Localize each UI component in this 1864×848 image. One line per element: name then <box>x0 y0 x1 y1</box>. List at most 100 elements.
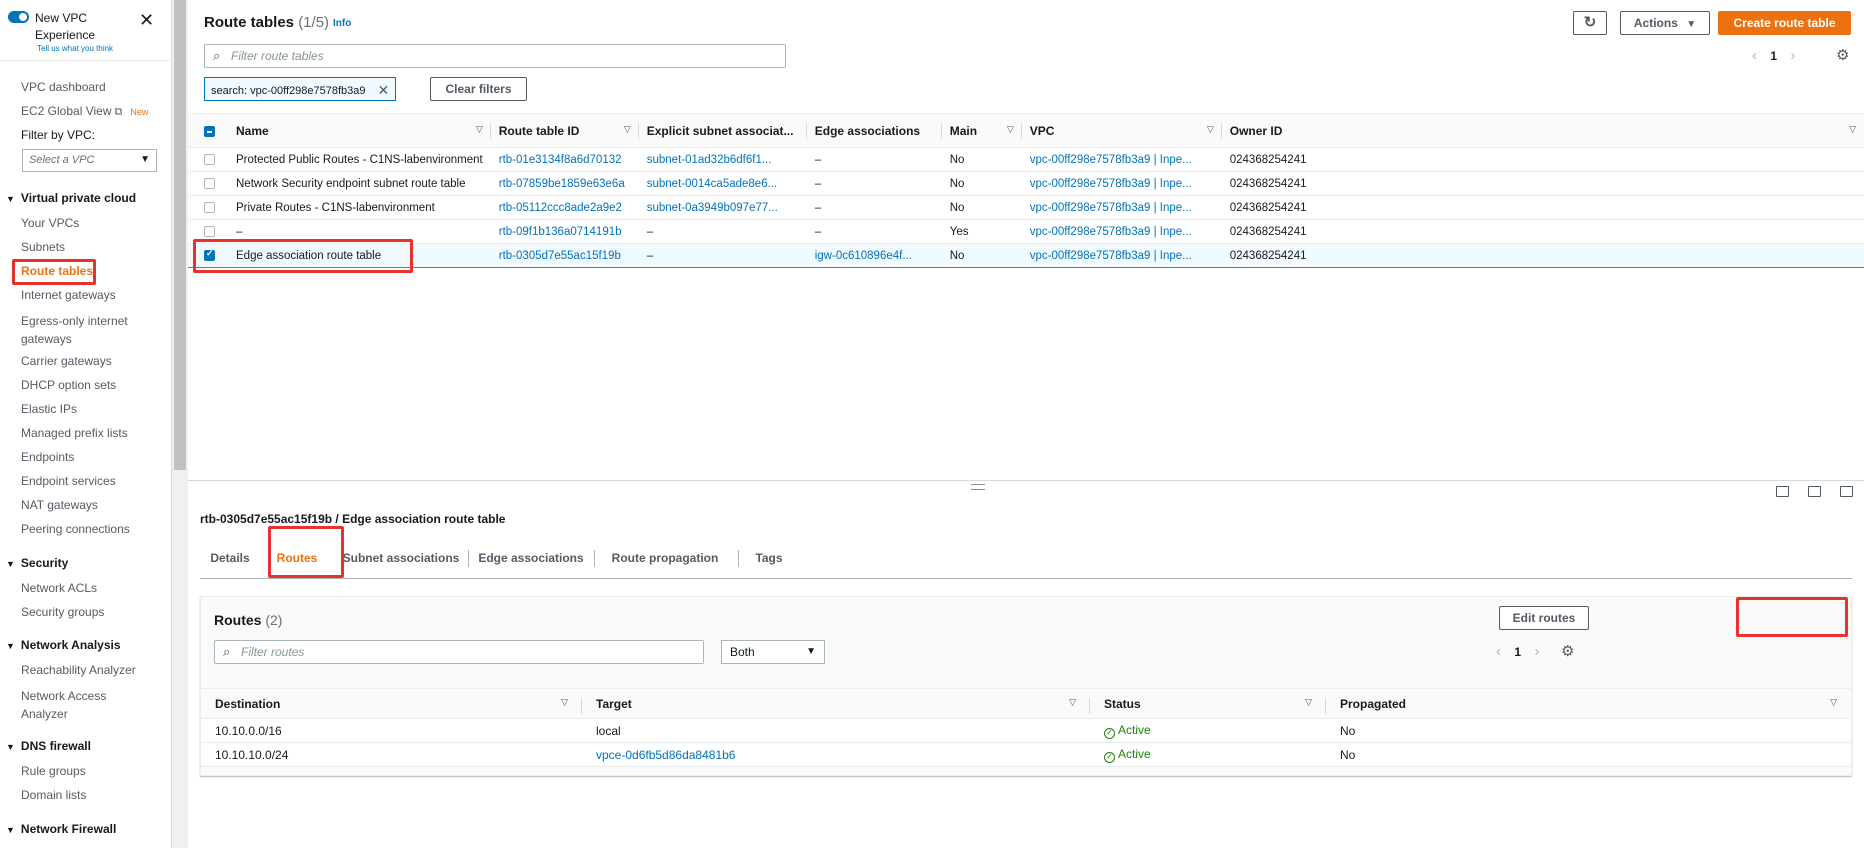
nav-peering-connections[interactable]: Peering connections <box>21 522 130 537</box>
column-header-owner-id[interactable]: Owner ID ▽ <box>1221 113 1864 148</box>
sort-icon[interactable]: ▽ <box>1849 124 1856 135</box>
sort-icon[interactable]: ▽ <box>1007 124 1014 135</box>
cell-route-table-id[interactable]: rtb-01e3134f8a6d70132 <box>490 147 639 172</box>
cell-target[interactable]: vpce-0d6fb5d86da8481b6 <box>582 742 1090 767</box>
chevron-right-icon[interactable]: › <box>1534 643 1539 660</box>
nav-security-groups[interactable]: Security groups <box>21 605 104 620</box>
nav-rule-groups[interactable]: Rule groups <box>21 764 86 779</box>
column-header-propagated[interactable]: Propagated ▽ <box>1326 688 1851 719</box>
page-number[interactable]: 1 <box>1514 645 1521 659</box>
table-row[interactable]: Protected Public Routes - C1NS-labenviro… <box>188 147 1864 172</box>
table-row[interactable]: – rtb-09f1b136a0714191b – – Yes vpc-00ff… <box>188 219 1864 244</box>
page-number[interactable]: 1 <box>1770 49 1777 63</box>
panel-side-icon[interactable] <box>1808 486 1821 497</box>
gear-icon[interactable]: ⚙ <box>1836 46 1849 64</box>
cell-route-table-id[interactable]: rtb-05112ccc8ade2a9e2 <box>490 195 639 220</box>
cell-subnet[interactable]: subnet-0014ca5ade8e6... <box>638 171 807 196</box>
section-security[interactable]: ▼ Security <box>6 556 68 570</box>
section-dns-firewall[interactable]: ▼ DNS firewall <box>6 739 91 753</box>
tab-edge-associations[interactable]: Edge associations <box>474 538 588 578</box>
cell-edge[interactable]: igw-0c610896e4f... <box>806 243 942 268</box>
column-header-route-table-id[interactable]: Route table ID ▽ <box>490 113 639 148</box>
refresh-button[interactable]: ↻ <box>1573 11 1607 35</box>
nav-internet-gateways[interactable]: Internet gateways <box>21 288 116 303</box>
row-checkbox[interactable] <box>204 177 215 189</box>
nav-your-vpcs[interactable]: Your VPCs <box>21 216 79 231</box>
table-row[interactable]: Network Security endpoint subnet route t… <box>188 171 1864 196</box>
nav-subnets[interactable]: Subnets <box>21 240 65 255</box>
column-header-vpc[interactable]: VPC ▽ <box>1021 113 1222 148</box>
nav-reachability-analyzer[interactable]: Reachability Analyzer <box>21 663 136 678</box>
nav-endpoints[interactable]: Endpoints <box>21 450 74 465</box>
sort-icon[interactable]: ▽ <box>1207 124 1214 135</box>
nav-managed-prefix-lists[interactable]: Managed prefix lists <box>21 426 128 441</box>
row-checkbox[interactable] <box>204 225 215 237</box>
create-route-table-button[interactable]: Create route table <box>1718 11 1851 35</box>
panel-bottom-icon[interactable] <box>1776 486 1789 497</box>
gear-icon[interactable]: ⚙ <box>1561 642 1574 660</box>
sort-icon[interactable]: ▽ <box>1305 697 1312 708</box>
sort-icon[interactable]: ▽ <box>1069 697 1076 708</box>
chevron-right-icon[interactable]: › <box>1790 47 1795 64</box>
info-link[interactable]: Info <box>333 18 351 29</box>
close-icon[interactable]: ✕ <box>139 11 154 29</box>
sort-icon[interactable]: ▽ <box>561 697 568 708</box>
column-header-explicit-subnet[interactable]: Explicit subnet associat... <box>638 113 807 148</box>
cell-vpc[interactable]: vpc-00ff298e7578fb3a9 | Inpe... <box>1021 147 1222 172</box>
tab-details[interactable]: Details <box>200 538 260 578</box>
close-icon[interactable]: ✕ <box>378 82 390 98</box>
tab-route-propagation[interactable]: Route propagation <box>600 538 730 578</box>
tab-tags[interactable]: Tags <box>746 538 792 578</box>
routes-search-input[interactable]: ⌕ Filter routes <box>214 640 704 664</box>
new-experience-toggle[interactable] <box>8 11 29 23</box>
sort-icon[interactable]: ▽ <box>1830 697 1837 708</box>
cell-route-table-id[interactable]: rtb-09f1b136a0714191b <box>490 219 639 244</box>
column-header-main[interactable]: Main ▽ <box>941 113 1022 148</box>
cell-vpc[interactable]: vpc-00ff298e7578fb3a9 | Inpe... <box>1021 195 1222 220</box>
nav-ec2-global-view[interactable]: EC2 Global View ⧉ New <box>21 104 148 120</box>
column-header-status[interactable]: Status ▽ <box>1090 688 1326 719</box>
nav-nat-gateways[interactable]: NAT gateways <box>21 498 98 513</box>
column-header-target[interactable]: Target ▽ <box>582 688 1090 719</box>
nav-network-access-analyzer[interactable]: Network Access Analyzer <box>21 687 121 723</box>
sort-icon[interactable]: ▽ <box>624 124 631 135</box>
nav-domain-lists[interactable]: Domain lists <box>21 788 86 803</box>
section-network-analysis[interactable]: ▼ Network Analysis <box>6 638 121 652</box>
column-header-name[interactable]: Name ▽ <box>228 113 491 148</box>
column-header-destination[interactable]: Destination ▽ <box>201 688 582 719</box>
cell-route-table-id[interactable]: rtb-07859be1859e63e6a <box>490 171 639 196</box>
chevron-left-icon[interactable]: ‹ <box>1752 47 1757 64</box>
route-table-search-input[interactable]: ⌕ Filter route tables <box>204 44 786 68</box>
cell-route-table-id[interactable]: rtb-0305d7e55ac15f19b <box>490 243 639 268</box>
nav-egress-only-internet-gateways[interactable]: Egress-only internet gateways <box>21 312 141 348</box>
nav-endpoint-services[interactable]: Endpoint services <box>21 474 116 489</box>
actions-button[interactable]: Actions ▼ <box>1620 11 1710 35</box>
cell-vpc[interactable]: vpc-00ff298e7578fb3a9 | Inpe... <box>1021 219 1222 244</box>
table-row[interactable]: Private Routes - C1NS-labenvironment rtb… <box>188 195 1864 220</box>
nav-carrier-gateways[interactable]: Carrier gateways <box>21 354 112 369</box>
nav-network-acls[interactable]: Network ACLs <box>21 581 97 596</box>
cell-subnet[interactable]: subnet-01ad32b6df6f1... <box>638 147 807 172</box>
nav-route-tables[interactable]: Route tables <box>21 264 93 279</box>
route-type-select[interactable]: Both ▼ <box>721 640 825 664</box>
sidebar-scrollbar[interactable] <box>172 0 188 848</box>
sort-icon[interactable]: ▽ <box>476 124 483 135</box>
tab-subnet-associations[interactable]: Subnet associations <box>336 538 466 578</box>
cell-vpc[interactable]: vpc-00ff298e7578fb3a9 | Inpe... <box>1021 243 1222 268</box>
cell-subnet[interactable]: subnet-0a3949b097e77... <box>638 195 807 220</box>
scrollbar-thumb[interactable] <box>174 0 186 470</box>
section-network-firewall[interactable]: ▼ Network Firewall <box>6 822 116 836</box>
row-checkbox[interactable] <box>204 153 215 165</box>
nav-elastic-ips[interactable]: Elastic IPs <box>21 402 77 417</box>
cell-vpc[interactable]: vpc-00ff298e7578fb3a9 | Inpe... <box>1021 171 1222 196</box>
clear-filters-button[interactable]: Clear filters <box>430 77 527 101</box>
edit-routes-button[interactable]: Edit routes <box>1499 606 1589 630</box>
vpc-filter-select[interactable]: Select a VPC ▼ <box>22 149 157 172</box>
resize-handle-icon[interactable] <box>971 484 985 490</box>
panel-full-icon[interactable] <box>1840 486 1853 497</box>
section-virtual-private-cloud[interactable]: ▼ Virtual private cloud <box>6 191 136 205</box>
row-checkbox[interactable] <box>204 201 215 213</box>
column-header-edge-associations[interactable]: Edge associations <box>806 113 942 148</box>
feedback-link[interactable]: Tell us what you think <box>37 44 113 53</box>
tab-routes[interactable]: Routes <box>266 538 328 578</box>
